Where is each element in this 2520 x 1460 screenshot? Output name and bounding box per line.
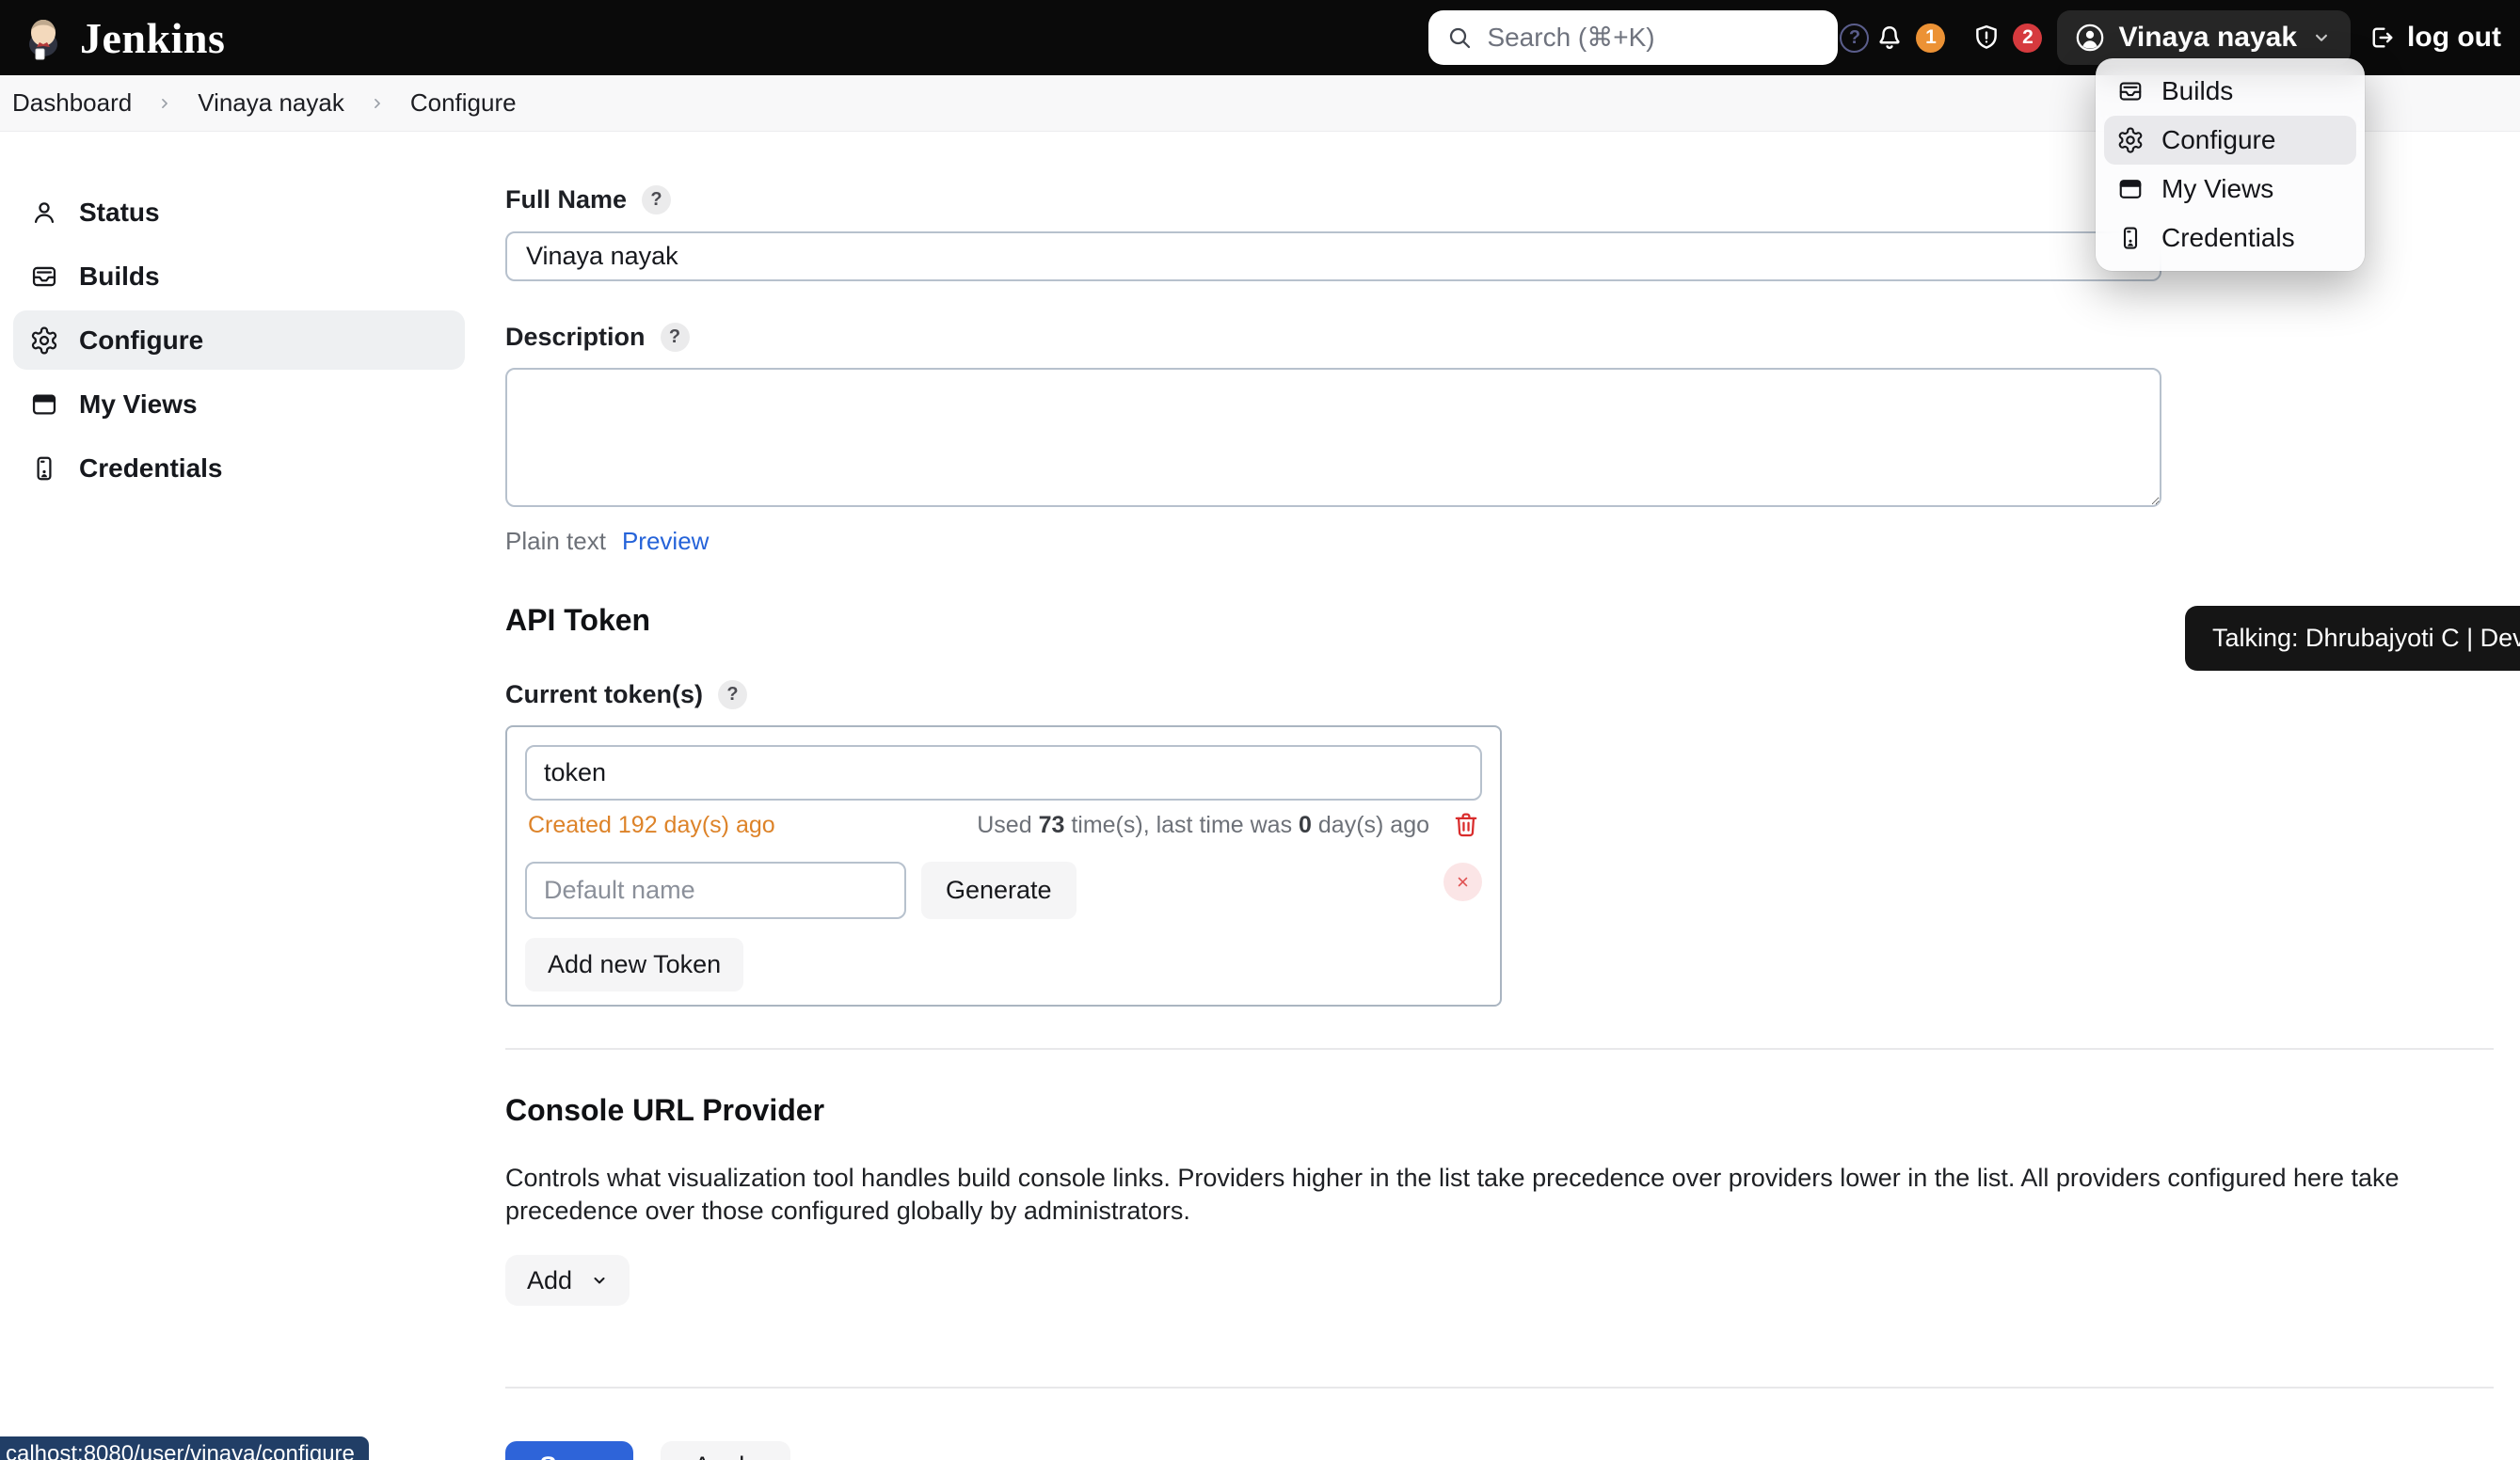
apply-button[interactable]: Apply <box>661 1441 790 1460</box>
gear-icon <box>29 325 59 356</box>
avatar-icon <box>2074 22 2106 54</box>
menu-item-label: Configure <box>2161 125 2275 155</box>
current-tokens-help-icon[interactable]: ? <box>718 680 747 709</box>
save-button[interactable]: Save <box>505 1441 633 1460</box>
sidebar-item-label: Credentials <box>79 453 223 484</box>
preview-link[interactable]: Preview <box>622 527 709 556</box>
sidebar-item-builds[interactable]: Builds <box>13 246 465 306</box>
footer-divider <box>505 1387 2494 1389</box>
add-provider-button[interactable]: Add <box>505 1255 630 1306</box>
builds-inbox-icon <box>29 262 59 292</box>
main-content: Full Name ? Description ? Plain text Pre… <box>482 132 2520 1460</box>
form-actions: Save Apply <box>505 1441 2494 1460</box>
person-icon <box>29 198 59 228</box>
id-card-icon <box>2116 224 2145 252</box>
window-icon <box>29 389 59 420</box>
add-new-token-button[interactable]: Add new Token <box>525 938 743 992</box>
bell-icon[interactable] <box>1874 22 1906 54</box>
breadcrumb-configure[interactable]: Configure <box>410 88 517 118</box>
chevron-right-icon <box>368 94 387 113</box>
menu-item-label: My Views <box>2161 174 2273 204</box>
menu-item-my-views[interactable]: My Views <box>2104 165 2356 214</box>
id-card-icon <box>29 453 59 484</box>
sidebar-item-status[interactable]: Status <box>13 182 465 242</box>
notifications-group[interactable]: 1 <box>1874 22 1945 54</box>
section-divider <box>505 1048 2494 1050</box>
new-token-name-input[interactable] <box>525 862 906 919</box>
token-name-input[interactable] <box>525 745 1482 801</box>
description-label: Description <box>505 323 646 352</box>
current-tokens-label: Current token(s) <box>505 680 703 709</box>
builds-inbox-icon <box>2116 77 2145 105</box>
menu-item-label: Credentials <box>2161 223 2295 253</box>
menu-item-label: Builds <box>2161 76 2233 106</box>
chevron-down-icon <box>2309 25 2334 50</box>
sidebar-item-label: Builds <box>79 262 160 292</box>
trash-icon <box>1450 809 1482 841</box>
shield-alert-icon[interactable] <box>1970 22 2002 54</box>
notification-badge[interactable]: 1 <box>1916 24 1945 53</box>
add-provider-label: Add <box>527 1266 572 1295</box>
menu-item-credentials[interactable]: Credentials <box>2104 214 2356 262</box>
logout-label: log out <box>2407 22 2501 54</box>
logout-icon <box>2367 23 2397 53</box>
sidebar-item-label: Configure <box>79 325 203 356</box>
sidebar: Status Builds Configure <box>0 132 482 502</box>
sidebar-item-credentials[interactable]: Credentials <box>13 438 465 498</box>
description-textarea[interactable] <box>505 368 2161 507</box>
cancel-token-button[interactable] <box>1443 863 1482 901</box>
full-name-help-icon[interactable]: ? <box>642 185 671 214</box>
search-icon <box>1445 24 1474 52</box>
search-help-icon[interactable]: ? <box>1840 24 1869 53</box>
search-input[interactable] <box>1487 23 1826 53</box>
chevron-down-icon <box>588 1269 611 1292</box>
brand-title: Jenkins <box>80 13 225 63</box>
logout-button[interactable]: log out <box>2367 22 2501 54</box>
token-usage-text: Used 73 time(s), last time was 0 day(s) … <box>977 812 1429 839</box>
talking-overlay-tooltip: Talking: Dhrubajyoti C | DevRel En... <box>2185 606 2520 671</box>
revoke-token-button[interactable] <box>1450 809 1482 841</box>
generate-token-button[interactable]: Generate <box>921 862 1077 919</box>
search-box[interactable]: ? <box>1428 10 1838 65</box>
sidebar-item-label: Status <box>79 198 160 228</box>
breadcrumb-dashboard[interactable]: Dashboard <box>12 88 132 118</box>
sidebar-item-configure[interactable]: Configure <box>13 310 465 370</box>
description-help-icon[interactable]: ? <box>661 323 690 352</box>
console-url-provider-heading: Console URL Provider <box>505 1093 2494 1128</box>
x-icon <box>1453 872 1473 892</box>
user-menu-button[interactable]: Vinaya nayak <box>2057 10 2351 65</box>
breadcrumb-user[interactable]: Vinaya nayak <box>198 88 344 118</box>
user-name: Vinaya nayak <box>2118 22 2297 54</box>
window-icon <box>2116 175 2145 203</box>
gear-icon <box>2116 126 2145 154</box>
link-status-tooltip: calhost:8080/user/vinaya/configure <box>0 1436 369 1460</box>
menu-item-configure[interactable]: Configure <box>2104 116 2356 165</box>
sidebar-item-my-views[interactable]: My Views <box>13 374 465 434</box>
menu-item-builds[interactable]: Builds <box>2104 67 2356 116</box>
security-group[interactable]: 2 <box>1970 22 2042 54</box>
full-name-input[interactable] <box>505 231 2161 281</box>
token-created-text: Created 192 day(s) ago <box>528 812 775 839</box>
sidebar-item-label: My Views <box>79 389 198 420</box>
jenkins-butler-icon <box>21 15 66 60</box>
console-url-provider-description: Controls what visualization tool handles… <box>505 1162 2493 1228</box>
user-dropdown-menu: Builds Configure My Views <box>2096 58 2365 271</box>
plain-text-label: Plain text <box>505 527 606 556</box>
jenkins-user-configure-page: { "topbar": { "brand": "Jenkins", "searc… <box>0 0 2520 1460</box>
token-group: Created 192 day(s) ago Used 73 time(s), … <box>505 725 1502 1007</box>
chevron-right-icon <box>155 94 174 113</box>
security-badge[interactable]: 2 <box>2013 24 2042 53</box>
jenkins-logo[interactable]: Jenkins <box>21 13 225 63</box>
full-name-label: Full Name <box>505 185 627 214</box>
